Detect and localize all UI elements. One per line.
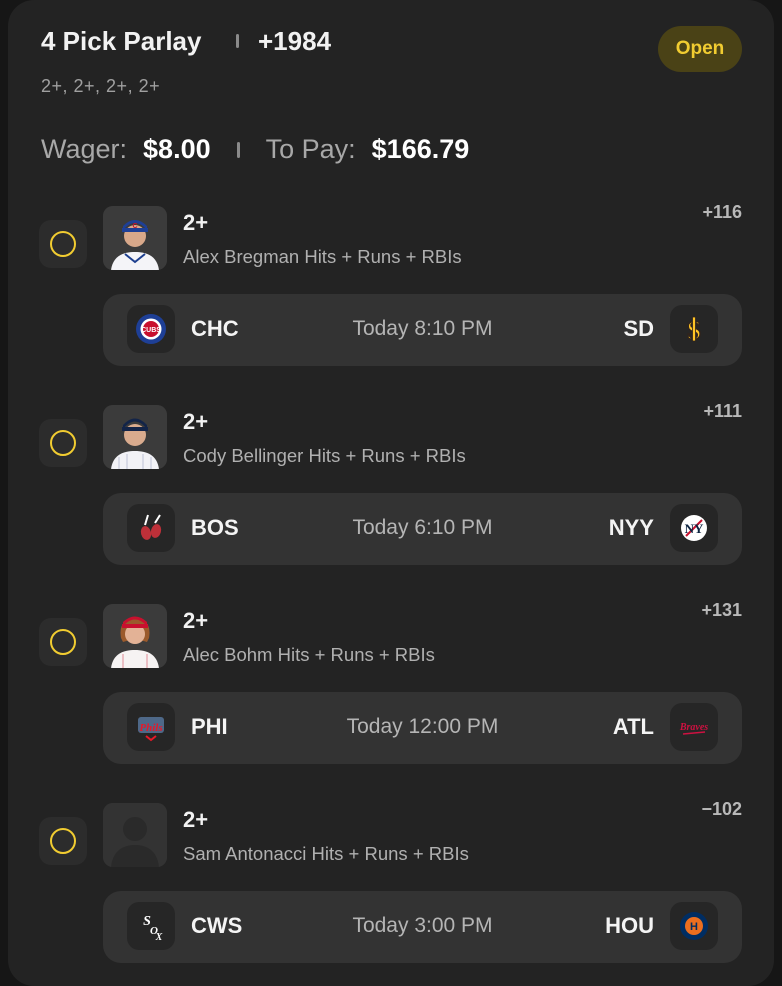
game-bar[interactable]: SOX CWS Today 3:00 PM HOU H	[103, 891, 742, 963]
yankees-logo-icon: NY	[670, 504, 718, 552]
player-headshot-placeholder	[103, 803, 167, 867]
wager-value: $8.00	[143, 134, 211, 164]
parlay-lines-summary: 2+, 2+, 2+, 2+	[41, 76, 161, 96]
game-bar[interactable]: Phils PHI Today 12:00 PM ATL Braves	[103, 692, 742, 764]
padres-logo-icon: S	[670, 305, 718, 353]
player-headshot	[103, 405, 167, 469]
wager-row: Wager: $8.00 To Pay: $166.79	[41, 134, 469, 165]
pick-radio[interactable]	[39, 419, 87, 467]
pick-market: Cody Bellinger Hits + Runs + RBIs	[183, 445, 466, 466]
pick-odds: +131	[701, 600, 742, 620]
topay-label: To Pay:	[265, 134, 356, 164]
player-headshot: C	[103, 206, 167, 270]
wager-label: Wager:	[41, 134, 128, 164]
svg-text:H: H	[690, 921, 698, 933]
pick-line: 2+	[183, 210, 209, 235]
radio-circle-icon	[50, 828, 76, 854]
game-bar[interactable]: BOS Today 6:10 PM NYY NY	[103, 493, 742, 565]
svg-text:NY: NY	[685, 521, 704, 536]
pick-radio[interactable]	[39, 220, 87, 268]
astros-logo-icon: H	[670, 902, 718, 950]
pick-line: 2+	[183, 608, 209, 633]
pick-radio[interactable]	[39, 618, 87, 666]
pick-item[interactable]: 2+ Cody Bellinger Hits + Runs + RBIs +11…	[8, 401, 774, 585]
parlay-card: 4 Pick Parlay +1984 Open 2+, 2+, 2+, 2+ …	[8, 0, 774, 986]
title-divider	[236, 34, 239, 48]
pick-radio[interactable]	[39, 817, 87, 865]
pick-item[interactable]: 2+ Alec Bohm Hits + Runs + RBIs +131 Phi…	[8, 600, 774, 784]
home-team: ATL	[612, 714, 654, 739]
pick-odds: +116	[702, 202, 742, 222]
player-headshot	[103, 604, 167, 668]
pick-market: Alec Bohm Hits + Runs + RBIs	[183, 644, 435, 665]
game-bar[interactable]: CUBS CHC Today 8:10 PM SD S	[103, 294, 742, 366]
parlay-title: 4 Pick Parlay	[41, 26, 202, 56]
pick-item[interactable]: 2+ Sam Antonacci Hits + Runs + RBIs −102…	[8, 799, 774, 983]
pick-odds: −102	[701, 799, 742, 819]
topay-value: $166.79	[371, 134, 470, 164]
svg-text:Braves: Braves	[679, 722, 708, 733]
status-badge[interactable]: Open	[658, 26, 742, 72]
pick-item[interactable]: C 2+ Alex Bregman Hits + Runs + RBIs +11…	[8, 202, 774, 386]
pick-line: 2+	[183, 807, 209, 832]
pick-odds: +111	[703, 401, 742, 421]
pick-market: Sam Antonacci Hits + Runs + RBIs	[183, 843, 469, 864]
home-team: NYY	[608, 515, 654, 540]
home-team: SD	[623, 316, 654, 341]
svg-text:C: C	[132, 223, 137, 230]
pick-market: Alex Bregman Hits + Runs + RBIs	[183, 246, 462, 267]
home-team: HOU	[605, 913, 654, 938]
parlay-odds: +1984	[258, 26, 332, 56]
radio-circle-icon	[50, 430, 76, 456]
radio-circle-icon	[50, 231, 76, 257]
radio-circle-icon	[50, 629, 76, 655]
pick-line: 2+	[183, 409, 209, 434]
braves-logo-icon: Braves	[670, 703, 718, 751]
wager-divider	[236, 141, 240, 158]
